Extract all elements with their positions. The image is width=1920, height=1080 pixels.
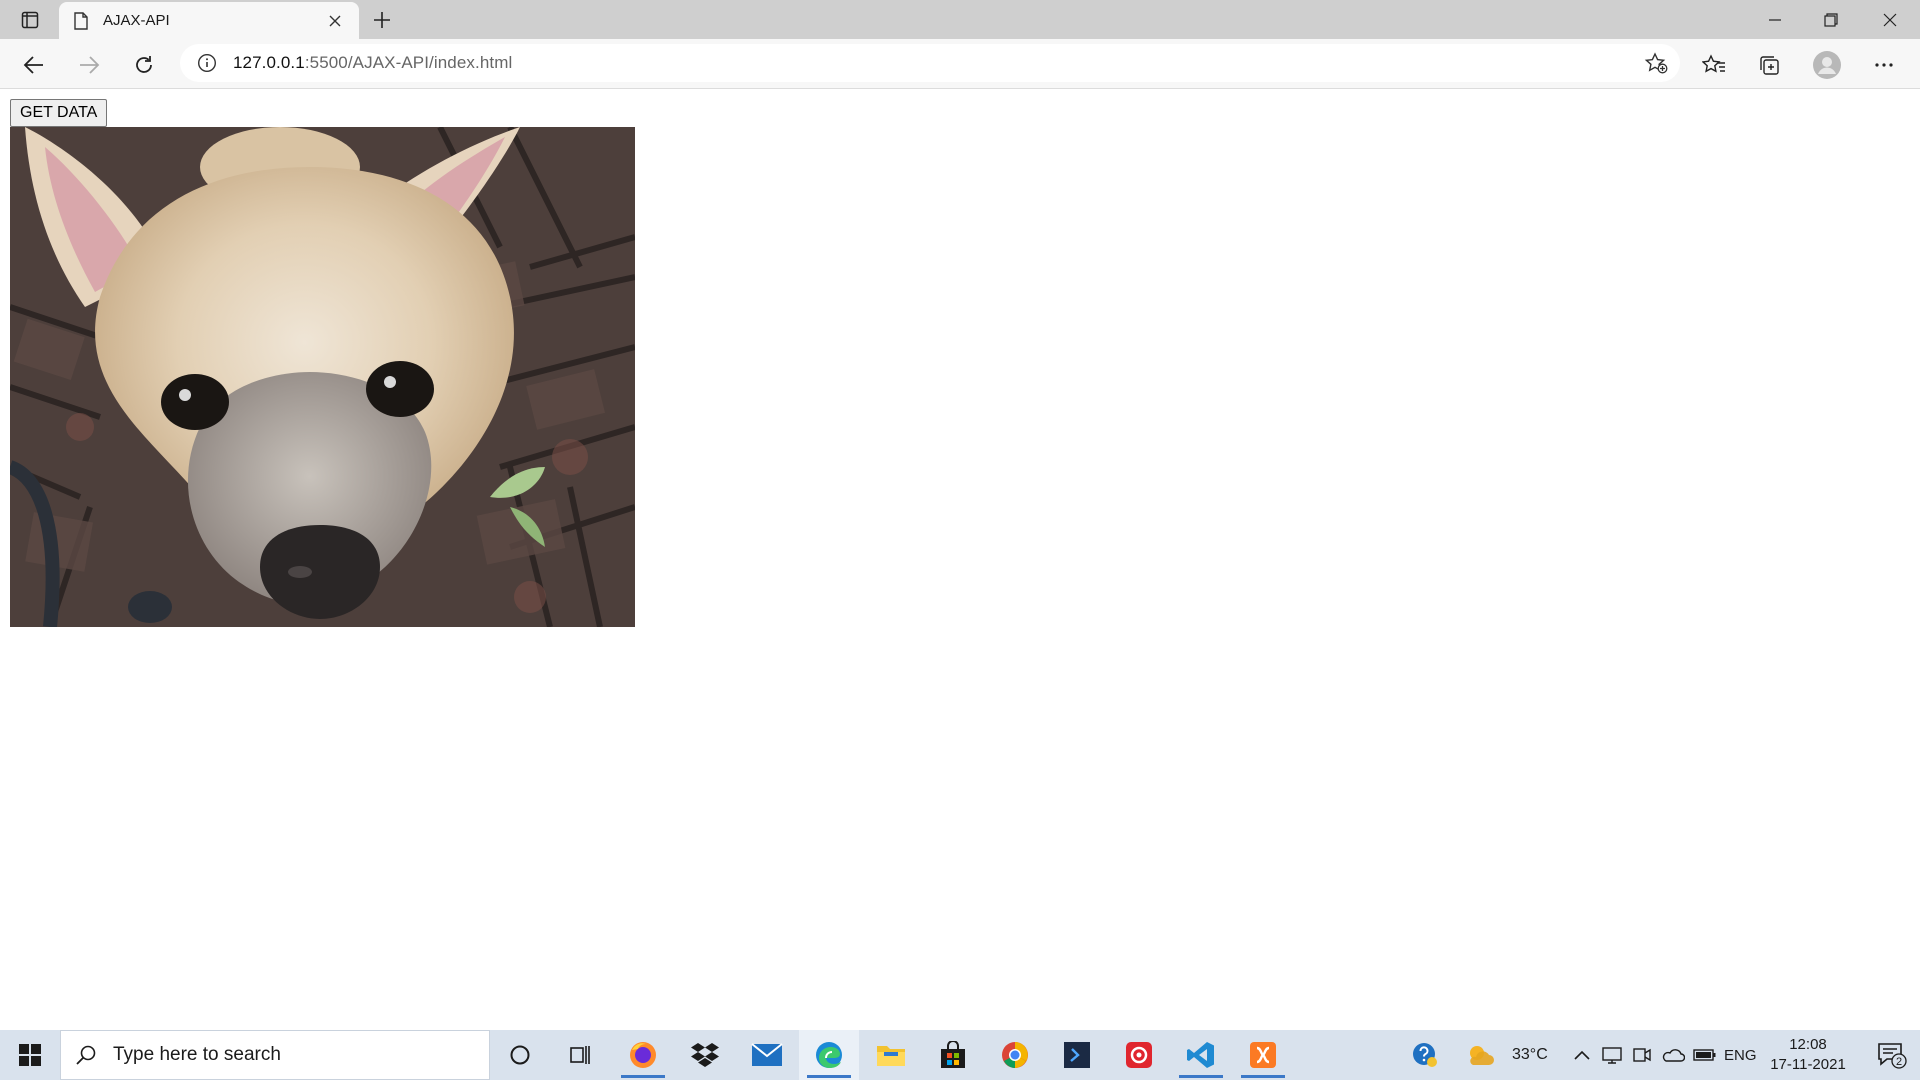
url-text[interactable]: 127.0.0.1:5500/AJAX-API/index.html: [233, 53, 512, 73]
collections-icon[interactable]: [1753, 49, 1785, 81]
store-icon[interactable]: [923, 1030, 983, 1080]
page-icon: [73, 11, 89, 30]
plus-icon[interactable]: [368, 6, 396, 34]
close-icon[interactable]: [325, 11, 345, 31]
cortana-icon[interactable]: [490, 1030, 550, 1080]
favorite-add-icon[interactable]: [1644, 52, 1668, 74]
tab-title: AJAX-API: [103, 12, 170, 29]
onedrive-icon[interactable]: [1658, 1030, 1688, 1080]
back-icon[interactable]: [17, 48, 51, 82]
tab-actions-icon[interactable]: [12, 6, 48, 34]
info-icon[interactable]: [197, 53, 217, 73]
favorites-icon[interactable]: [1698, 49, 1730, 81]
weather-temperature[interactable]: 33°C: [1512, 1030, 1548, 1080]
notification-count: 2: [1896, 1056, 1902, 1068]
windows-icon[interactable]: [0, 1030, 60, 1080]
clock[interactable]: 12:08 17-11-2021: [1760, 1035, 1856, 1075]
file-explorer-icon[interactable]: [861, 1030, 921, 1080]
url-path: :5500/AJAX-API/index.html: [304, 53, 513, 72]
clock-time: 12:08: [1789, 1036, 1827, 1053]
minimize-icon[interactable]: [1747, 0, 1803, 39]
refresh-icon[interactable]: [127, 48, 161, 82]
help-icon[interactable]: [1400, 1030, 1450, 1080]
taskbar: Type here to search 33°C ENG 12:08 17-11…: [0, 1030, 1920, 1080]
notification-icon[interactable]: 2: [1864, 1030, 1920, 1080]
weather-icon[interactable]: [1460, 1030, 1500, 1080]
chrome-icon[interactable]: [985, 1030, 1045, 1080]
powershell-icon[interactable]: [1047, 1030, 1107, 1080]
xampp-icon[interactable]: [1233, 1030, 1293, 1080]
more-icon[interactable]: [1868, 49, 1900, 81]
language-indicator[interactable]: ENG: [1724, 1030, 1757, 1080]
device-icon[interactable]: [1598, 1030, 1626, 1080]
firefox-icon[interactable]: [613, 1030, 673, 1080]
profile-icon[interactable]: [1811, 49, 1843, 81]
browser-toolbar: 127.0.0.1:5500/AJAX-API/index.html: [0, 39, 1920, 89]
meet-icon[interactable]: [1628, 1030, 1656, 1080]
edge-icon[interactable]: [799, 1030, 859, 1080]
search-icon: [75, 1044, 97, 1066]
dog-image: [10, 127, 635, 627]
window-close-icon[interactable]: [1862, 0, 1918, 39]
url-host: 127.0.0.1: [233, 53, 305, 72]
app-icon[interactable]: [1109, 1030, 1169, 1080]
clock-date: 17-11-2021: [1770, 1056, 1846, 1073]
browser-title-bar: AJAX-API: [0, 0, 1920, 39]
taskbar-search-box[interactable]: Type here to search: [60, 1030, 490, 1080]
search-placeholder: Type here to search: [113, 1044, 281, 1065]
task-view-icon[interactable]: [550, 1030, 610, 1080]
chevron-up-icon[interactable]: [1568, 1030, 1596, 1080]
mail-icon[interactable]: [737, 1030, 797, 1080]
tab-ajax-api[interactable]: AJAX-API: [59, 2, 359, 39]
address-bar[interactable]: 127.0.0.1:5500/AJAX-API/index.html: [180, 44, 1680, 82]
restore-icon[interactable]: [1803, 0, 1859, 39]
dropbox-icon[interactable]: [675, 1030, 735, 1080]
get-data-button[interactable]: GET DATA: [10, 99, 108, 127]
forward-icon: [72, 48, 106, 82]
vscode-icon[interactable]: [1171, 1030, 1231, 1080]
battery-icon[interactable]: [1690, 1030, 1720, 1080]
